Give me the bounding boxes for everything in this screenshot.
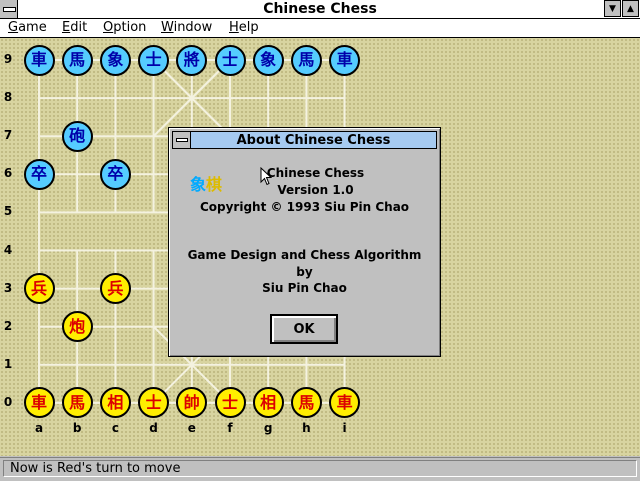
menu-option[interactable]: Option	[103, 20, 146, 35]
about-credit-by: by	[296, 265, 313, 279]
window-title: Chinese Chess	[263, 1, 377, 17]
file-label: g	[263, 420, 273, 435]
red-piece[interactable]: 炮	[61, 311, 93, 343]
maximize-button[interactable]: ▲	[622, 0, 639, 17]
blue-piece[interactable]: 馬	[61, 44, 93, 76]
about-dialog: About Chinese Chess 象棋 Chinese Chess Ver…	[168, 127, 441, 357]
red-piece[interactable]: 士	[214, 387, 246, 419]
blue-piece[interactable]: 卒	[99, 158, 131, 190]
file-label: i	[342, 420, 347, 435]
red-piece[interactable]: 相	[252, 387, 284, 419]
about-dialog-title-bar: About Chinese Chess	[172, 131, 437, 149]
about-credit-author: Siu Pin Chao	[262, 281, 347, 295]
minimize-button[interactable]: ▼	[604, 0, 621, 17]
blue-piece[interactable]: 卒	[23, 158, 55, 190]
file-label: h	[302, 420, 311, 435]
blue-piece[interactable]: 象	[252, 44, 284, 76]
rank-label: 1	[3, 356, 13, 371]
blue-piece[interactable]: 車	[329, 44, 361, 76]
about-dialog-title: About Chinese Chess	[236, 133, 391, 148]
rank-label: 2	[3, 318, 13, 333]
mouse-cursor-icon	[260, 167, 272, 186]
status-message: Now is Red's turn to move	[3, 460, 637, 477]
file-label: a	[34, 420, 44, 435]
about-credit-heading: Game Design and Chess Algorithm	[187, 248, 422, 262]
rank-label: 6	[3, 166, 13, 181]
about-app-name: Chinese Chess	[266, 166, 365, 180]
menu-game[interactable]: Game	[8, 20, 47, 35]
menu-edit[interactable]: Edit	[62, 20, 87, 35]
file-label: b	[72, 420, 82, 435]
rank-label: 0	[3, 394, 13, 409]
dialog-system-menu-button[interactable]	[173, 132, 191, 148]
red-piece[interactable]: 馬	[61, 387, 93, 419]
dialog-system-menu-icon	[176, 138, 188, 142]
blue-piece[interactable]: 砲	[61, 120, 93, 152]
rank-label: 4	[3, 242, 13, 257]
file-label: e	[187, 420, 196, 435]
red-piece[interactable]: 車	[23, 387, 55, 419]
menu-bar: Game Edit Option Window Help	[0, 19, 640, 38]
blue-piece[interactable]: 車	[23, 44, 55, 76]
blue-piece[interactable]: 士	[138, 44, 170, 76]
rank-label: 5	[3, 204, 13, 219]
window-title-bar: Chinese Chess ▼ ▲	[0, 0, 640, 19]
red-piece[interactable]: 兵	[99, 273, 131, 305]
about-copyright: Copyright © 1993 Siu Pin Chao	[199, 200, 410, 214]
file-label: d	[149, 420, 158, 435]
blue-piece[interactable]: 將	[176, 44, 208, 76]
blue-piece[interactable]: 象	[99, 44, 131, 76]
file-label: c	[111, 420, 119, 435]
red-piece[interactable]: 兵	[23, 273, 55, 305]
blue-piece[interactable]: 馬	[290, 44, 322, 76]
file-label: f	[227, 420, 233, 435]
about-version: Version 1.0	[277, 183, 354, 197]
status-bar: Now is Red's turn to move	[0, 457, 640, 481]
menu-window[interactable]: Window	[161, 20, 212, 35]
rank-label: 9	[3, 52, 13, 66]
ok-button[interactable]: OK	[270, 314, 338, 344]
rank-label: 8	[3, 90, 13, 105]
rank-label: 3	[3, 280, 13, 295]
rank-label: 7	[3, 128, 13, 143]
blue-piece[interactable]: 士	[214, 44, 246, 76]
menu-help[interactable]: Help	[229, 20, 259, 35]
